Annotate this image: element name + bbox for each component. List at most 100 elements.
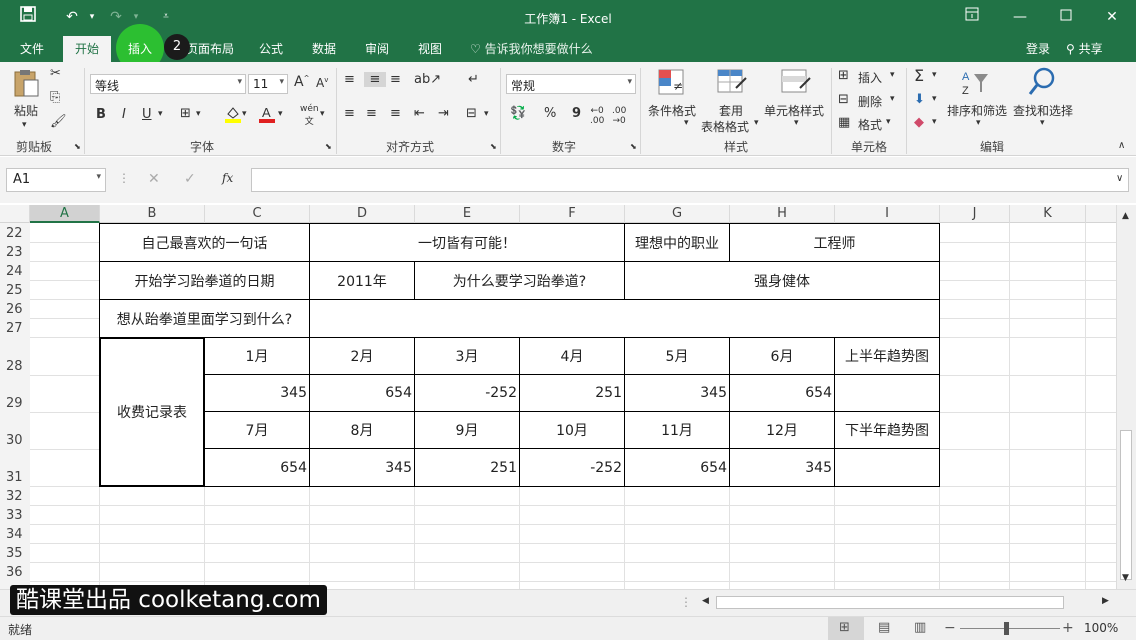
conditional-format-icon[interactable]: ≠ [657, 68, 689, 98]
cut-icon[interactable]: ✂ [50, 66, 61, 81]
value-cell[interactable]: 251 [414, 448, 520, 487]
fill-color-icon[interactable] [224, 104, 242, 128]
fill-icon[interactable]: ⬇ [914, 92, 925, 107]
value-cell[interactable]: 654 [204, 448, 310, 487]
border-icon[interactable]: ⊞ [180, 106, 191, 121]
row-header[interactable]: 28 [0, 359, 30, 374]
tab-view[interactable]: 视图 [418, 40, 442, 57]
format-as-table-dropdown-icon[interactable]: ▾ [754, 118, 759, 128]
row-header[interactable]: 32 [0, 489, 30, 504]
column-header-g[interactable]: G [625, 205, 730, 223]
row-header[interactable]: 35 [0, 546, 30, 561]
cell-styles-icon[interactable] [780, 68, 812, 98]
column-header-a[interactable]: A [30, 205, 100, 223]
copy-icon[interactable]: ⎘ [50, 90, 60, 105]
decrease-indent-icon[interactable]: ⇤ [414, 106, 425, 121]
h1-trend-label-cell[interactable]: 上半年趋势图 [834, 337, 940, 375]
tell-me-search[interactable]: ♡ 告诉我你想要做什么 [470, 40, 593, 57]
align-top-icon[interactable]: ≡ [344, 72, 355, 87]
row-header[interactable]: 24 [0, 264, 30, 279]
sort-filter-icon[interactable]: AZ [960, 68, 992, 98]
italic-button[interactable]: I [122, 107, 126, 122]
why-cell[interactable]: 强身健体 [624, 261, 940, 300]
align-middle-icon[interactable]: ≡ [364, 72, 386, 87]
column-header-b[interactable]: B [100, 205, 205, 223]
value-cell[interactable]: 251 [519, 374, 625, 412]
align-center-icon[interactable]: ≡ [366, 106, 377, 121]
fee-label-cell[interactable]: 收费记录表 [99, 337, 205, 487]
column-header-i[interactable]: I [835, 205, 940, 223]
align-right-icon[interactable]: ≡ [390, 106, 401, 121]
delete-cells-icon[interactable]: ⊟ [838, 92, 849, 107]
column-header-f[interactable]: F [520, 205, 625, 223]
wrap-text-icon[interactable]: ↵ [468, 72, 479, 87]
font-color-dropdown-icon[interactable]: ▾ [278, 109, 283, 119]
tab-file[interactable]: 文件 [20, 40, 44, 57]
zoom-in-icon[interactable]: + [1062, 620, 1074, 636]
border-dropdown-icon[interactable]: ▾ [196, 109, 201, 119]
autosum-dropdown-icon[interactable]: ▾ [932, 70, 937, 80]
format-as-table-icon[interactable] [716, 68, 748, 98]
format-cells-icon[interactable]: ▦ [838, 115, 850, 130]
horizontal-scroll-thumb[interactable] [716, 596, 1064, 609]
month-cell[interactable]: 6月 [729, 337, 835, 375]
enter-icon[interactable]: ✓ [184, 171, 196, 187]
normal-view-button[interactable]: ⊞ [828, 617, 864, 640]
row-header[interactable]: 31 [0, 470, 30, 485]
zoom-slider-track[interactable] [960, 628, 1060, 629]
insert-function-button[interactable]: fx [222, 171, 233, 185]
find-select-button[interactable]: 查找和选择 [1013, 102, 1073, 119]
month-cell[interactable]: 10月 [519, 411, 625, 449]
value-cell[interactable]: 345 [204, 374, 310, 412]
value-cell[interactable]: 345 [729, 448, 835, 487]
value-cell[interactable]: 345 [624, 374, 730, 412]
tab-formulas[interactable]: 公式 [259, 40, 283, 57]
conditional-format-dropdown-icon[interactable]: ▾ [684, 118, 689, 128]
decrease-font-icon[interactable]: Av [316, 76, 328, 90]
expand-formula-icon[interactable]: ∨ [1116, 173, 1123, 184]
close-icon[interactable]: ✕ [1100, 6, 1124, 28]
insert-cells-dropdown-icon[interactable]: ▾ [890, 70, 895, 80]
font-launcher-icon[interactable]: ⬊ [325, 142, 332, 151]
format-as-table-button[interactable]: 表格格式 [701, 118, 749, 135]
collapse-ribbon-icon[interactable]: ∧ [1118, 140, 1125, 151]
cell-styles-button[interactable]: 单元格样式 [764, 102, 824, 119]
clear-dropdown-icon[interactable]: ▾ [932, 117, 937, 127]
comma-style-button[interactable]: 9 [572, 106, 581, 121]
month-cell[interactable]: 2月 [309, 337, 415, 375]
start-date-label-cell[interactable]: 开始学习跆拳道的日期 [99, 261, 310, 300]
number-launcher-icon[interactable]: ⬊ [630, 142, 637, 151]
font-size-select[interactable]: 11 ▾ [248, 74, 288, 94]
increase-decimal-icon[interactable]: ←0.00 [590, 106, 604, 126]
format-painter-icon[interactable]: 🖌 [50, 114, 67, 129]
row-header[interactable]: 26 [0, 302, 30, 317]
column-header-d[interactable]: D [310, 205, 415, 223]
accounting-format-icon[interactable]: 💱 [510, 106, 526, 121]
paste-icon[interactable] [12, 68, 44, 98]
scroll-right-icon[interactable]: ▶ [1102, 596, 1109, 606]
name-box-dropdown-icon[interactable]: ▾ [96, 172, 101, 182]
row-header[interactable]: 22 [0, 226, 30, 241]
worksheet-grid[interactable]: 自己最喜欢的一句话 一切皆有可能！ 理想中的职业 工程师 开始学习跆拳道的日期 … [30, 223, 1116, 589]
underline-button[interactable]: U [142, 107, 152, 122]
month-cell[interactable]: 1月 [204, 337, 310, 375]
alignment-launcher-icon[interactable]: ⬊ [490, 142, 497, 151]
increase-font-icon[interactable]: A^ [294, 74, 309, 90]
delete-cells-button[interactable]: 删除 [858, 93, 882, 110]
align-left-icon[interactable]: ≡ [344, 106, 355, 121]
row-header[interactable]: 36 [0, 565, 30, 580]
minimize-icon[interactable]: — [1008, 6, 1032, 28]
tab-home[interactable]: 开始 [63, 36, 112, 62]
insert-cells-button[interactable]: 插入 [858, 69, 882, 86]
month-cell[interactable]: 3月 [414, 337, 520, 375]
zoom-slider-handle[interactable] [1004, 622, 1009, 635]
zoom-out-icon[interactable]: − [944, 620, 956, 636]
sort-filter-button[interactable]: 排序和筛选 [947, 102, 1007, 119]
tab-review[interactable]: 审阅 [365, 40, 389, 57]
vertical-scrollbar[interactable]: ▲ ▼ [1116, 205, 1136, 589]
autosum-icon[interactable]: Σ [914, 66, 924, 85]
decrease-decimal-icon[interactable]: .00 →0 [612, 106, 626, 126]
row-header[interactable]: 30 [0, 433, 30, 448]
month-cell[interactable]: 9月 [414, 411, 520, 449]
learn-cell[interactable] [309, 299, 940, 338]
